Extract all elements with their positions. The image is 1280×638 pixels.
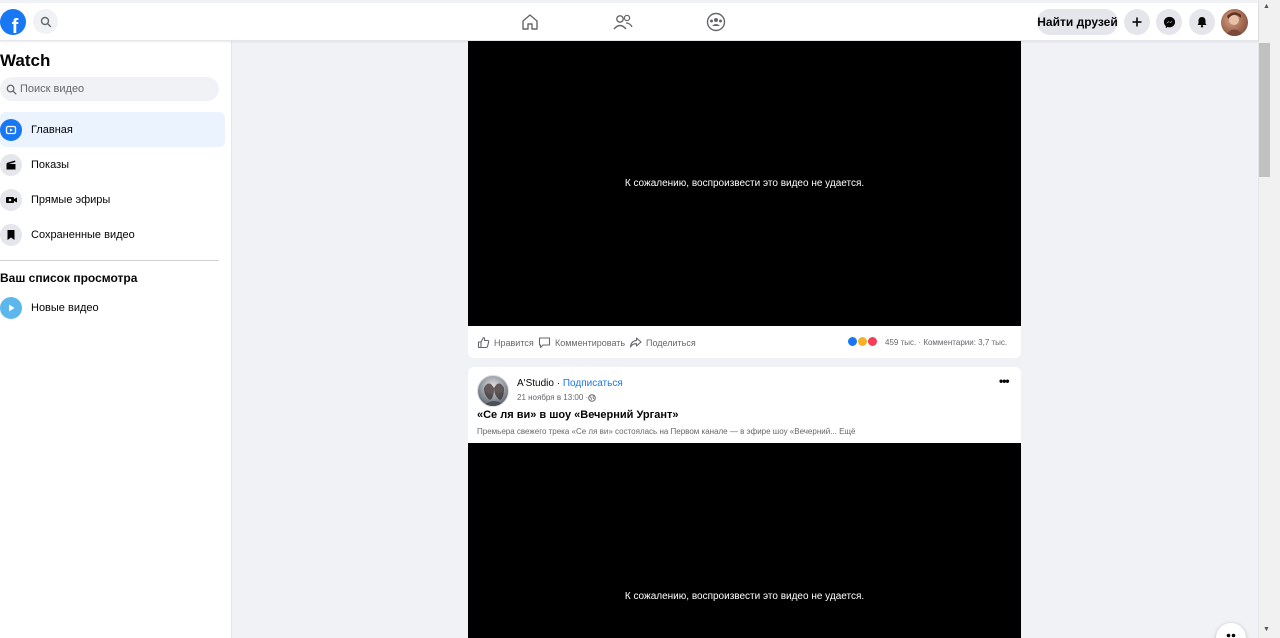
play-icon — [0, 118, 22, 141]
post-timestamp[interactable]: 21 ноября в 13:00 · — [517, 393, 588, 402]
facebook-logo[interactable]: f — [0, 9, 26, 35]
scrollbar-thumb[interactable] — [1259, 43, 1270, 177]
comment-icon — [538, 337, 551, 349]
sidebar-item-label: Главная — [31, 123, 73, 136]
sidebar-item-live[interactable]: Прямые эфиры — [0, 182, 225, 217]
sidebar-item-label: Показы — [31, 158, 70, 171]
plus-icon — [1132, 17, 1142, 27]
page-title: Watch — [0, 51, 51, 70]
video-error-message: К сожалению, воспроизвести это видео не … — [624, 591, 865, 602]
people-icon — [1226, 633, 1236, 638]
find-friends-button[interactable]: Найти друзей — [1037, 9, 1118, 35]
share-button[interactable]: Поделиться — [629, 336, 696, 349]
search-icon — [40, 16, 51, 27]
watchlist-item-new-videos[interactable]: Новые видео — [0, 290, 225, 325]
profile-avatar[interactable] — [1221, 9, 1248, 36]
nav-groups[interactable] — [704, 10, 728, 34]
post-actions-bar: Нравится Комментировать Поделиться 459 т… — [468, 326, 1021, 358]
like-button[interactable]: Нравится — [477, 336, 534, 349]
video-player[interactable]: К сожалению, воспроизвести это видео не … — [468, 41, 1021, 326]
watchlist-heading: Ваш список просмотра — [0, 271, 138, 285]
sidebar-item-shows[interactable]: Показы — [0, 147, 225, 182]
search-input[interactable] — [20, 83, 200, 95]
create-button[interactable] — [1124, 9, 1150, 35]
post-author-line: A'Studio · Подписаться — [517, 378, 623, 389]
page-avatar[interactable] — [477, 375, 509, 407]
like-label: Нравится — [494, 337, 534, 348]
post-title: «Се ля ви» в шоу «Вечерний Ургант» — [477, 409, 679, 421]
facebook-logo-letter: f — [11, 16, 19, 35]
notifications-button[interactable] — [1189, 9, 1215, 35]
scroll-down-arrow-icon[interactable]: ▼ — [1263, 626, 1270, 633]
comment-button[interactable]: Комментировать — [538, 336, 625, 349]
post-date-line: 21 ноября в 13:00 · — [517, 393, 597, 402]
top-navigation-bar: f Найти друзей — [0, 0, 1258, 41]
post-description[interactable]: Премьера свежего трека «Се ля ви» состоя… — [477, 427, 855, 436]
messenger-button[interactable] — [1156, 9, 1182, 35]
sidebar-item-label: Новые видео — [31, 301, 99, 314]
share-label: Поделиться — [646, 337, 696, 348]
nav-friends[interactable] — [611, 10, 635, 34]
share-icon — [629, 337, 642, 348]
friends-icon — [613, 14, 633, 30]
play-icon — [0, 296, 22, 319]
clapper-icon — [0, 153, 22, 176]
nav-home[interactable] — [518, 10, 542, 34]
love-reaction-icon — [867, 336, 878, 347]
live-camera-icon — [0, 188, 22, 211]
sidebar-item-saved[interactable]: Сохраненные видео — [0, 217, 225, 252]
home-icon — [522, 14, 538, 30]
bell-icon — [1197, 17, 1207, 28]
bookmark-icon — [0, 223, 22, 246]
scroll-up-arrow-icon[interactable]: ▲ — [1263, 3, 1270, 10]
reaction-and-comment-count[interactable]: 459 тыс. · Комментарии: 3,7 тыс. — [885, 338, 1007, 347]
comment-label: Комментировать — [555, 337, 626, 348]
like-icon — [477, 336, 490, 349]
post-author-name[interactable]: A'Studio — [517, 378, 554, 389]
sidebar-item-label: Прямые эфиры — [31, 193, 111, 206]
sidebar-item-home[interactable]: Главная — [0, 112, 225, 147]
follow-link[interactable]: Подписаться — [563, 378, 623, 389]
globe-icon — [588, 393, 597, 402]
group-photo-icon — [483, 383, 505, 406]
search-button[interactable] — [33, 9, 58, 34]
reactions-summary[interactable] — [847, 336, 878, 347]
new-message-button[interactable] — [1216, 623, 1246, 638]
post-options-button[interactable]: ••• — [999, 374, 1010, 388]
messenger-icon — [1163, 16, 1175, 28]
groups-icon — [706, 12, 726, 32]
video-search-box[interactable] — [0, 77, 219, 101]
sidebar-item-label: Сохраненные видео — [31, 228, 135, 241]
profile-photo-icon — [1225, 12, 1244, 36]
video-error-message: К сожалению, воспроизвести это видео не … — [624, 178, 865, 189]
sidebar-divider — [0, 260, 219, 261]
post-card: A'Studio · Подписаться 21 ноября в 13:00… — [468, 367, 1021, 443]
topbar-edge — [0, 0, 1258, 3]
video-player[interactable]: К сожалению, воспроизвести это видео не … — [468, 443, 1021, 638]
search-icon — [6, 84, 17, 95]
author-separator: · — [553, 378, 563, 389]
watch-sidebar: Watch Главная Показы Прямые эфиры Сохран… — [0, 41, 232, 638]
